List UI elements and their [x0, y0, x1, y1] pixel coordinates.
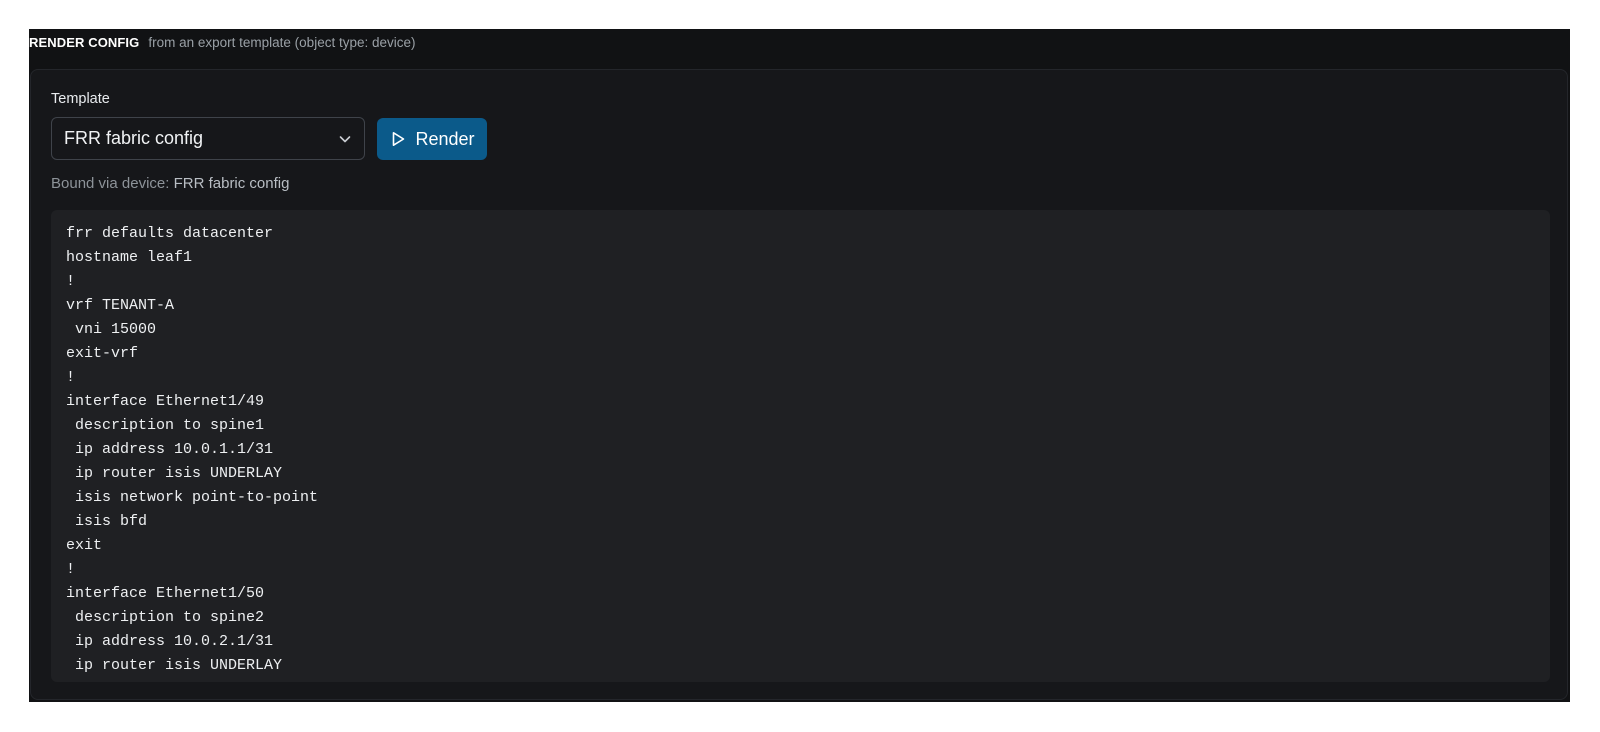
render-config-panel: RENDER CONFIG from an export template (o…: [29, 29, 1570, 702]
code-line: exit-vrf: [66, 345, 139, 362]
code-line: ip address 10.0.1.1/31: [66, 441, 274, 458]
code-line: frr defaults datacenter: [66, 225, 274, 242]
template-label: Template: [51, 91, 110, 107]
code-line: !: [66, 561, 76, 578]
bound-prefix: Bound via device:: [51, 175, 170, 192]
code-line: vrf TENANT-A: [66, 297, 175, 314]
code-line: description to spine1: [66, 417, 265, 434]
rendered-config-output[interactable]: frr defaults datacenter hostname leaf1 !…: [51, 210, 1550, 682]
render-button-label: Render: [415, 128, 475, 149]
panel-title: RENDER CONFIG: [29, 35, 140, 50]
code-line: vni 15000: [66, 321, 157, 338]
code-line: ip router isis UNDERLAY: [66, 465, 283, 482]
code-line: ip address 10.0.2.1/31: [66, 633, 274, 650]
code-line: isis bfd: [66, 513, 148, 530]
code-line: !: [66, 273, 76, 290]
play-icon: [389, 130, 407, 148]
bound-template-name: FRR fabric config: [173, 175, 290, 192]
panel-subtitle: from an export template (object type: de…: [148, 35, 416, 50]
render-card: Template FRR fabric config Render Bound …: [30, 69, 1568, 700]
code-line: interface Ethernet1/50: [66, 585, 265, 602]
code-line: description to spine2: [66, 609, 265, 626]
code-line: isis network point-to-point: [66, 489, 319, 506]
panel-header: RENDER CONFIG from an export template (o…: [29, 29, 1570, 56]
code-line: exit: [66, 537, 103, 554]
code-line: !: [66, 369, 76, 386]
code-line: ip router isis UNDERLAY: [66, 657, 283, 674]
render-button[interactable]: Render: [377, 118, 487, 160]
code-line: hostname leaf1: [66, 249, 193, 266]
template-select[interactable]: FRR fabric config: [51, 117, 365, 160]
bound-info: Bound via device: FRR fabric config: [51, 175, 289, 192]
chevron-down-icon: [338, 132, 352, 146]
code-line: interface Ethernet1/49: [66, 393, 265, 410]
template-select-value: FRR fabric config: [64, 128, 204, 148]
